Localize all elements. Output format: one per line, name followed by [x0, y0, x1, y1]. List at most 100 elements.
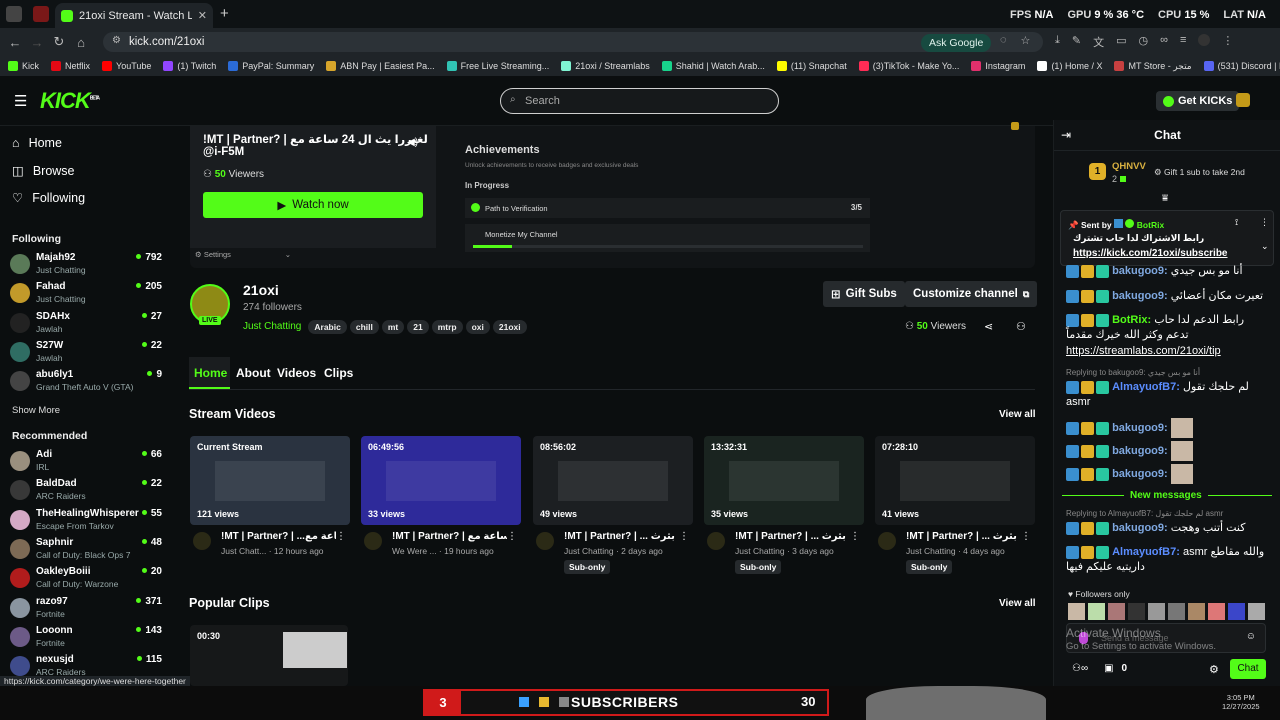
- search-input[interactable]: ⌕ Search: [500, 88, 779, 114]
- player-settings[interactable]: ⚙ Settings ⌄: [195, 250, 291, 259]
- chat-username[interactable]: bakugoo9:: [1112, 265, 1168, 277]
- chat-username[interactable]: AlmayuofB7:: [1112, 381, 1180, 393]
- sidebar-channel[interactable]: Saphnir Call of Duty: Black Ops 7 48: [10, 536, 162, 562]
- download-icon[interactable]: ⤓: [1055, 34, 1060, 50]
- chat-message[interactable]: Replying to AlmayuofB7: لم حلجك تقول asm…: [1066, 509, 1266, 536]
- bookmark-item[interactable]: Netflix: [51, 61, 90, 71]
- site-info-icon[interactable]: ⚙: [112, 35, 121, 46]
- chat-message[interactable]: bakugoo9: تعيرت مكان أعضائي: [1066, 289, 1266, 304]
- video-card[interactable]: 06:49:56 33 views !MT | Partner? | ساعة مع…: [361, 436, 521, 556]
- bookmark-item[interactable]: MT Store - متجر: [1114, 61, 1192, 72]
- link-icon[interactable]: ∞: [1160, 34, 1168, 50]
- kick-logo[interactable]: KICKBETA: [40, 88, 100, 114]
- chat-username[interactable]: BotRix:: [1112, 314, 1151, 326]
- new-tab-button[interactable]: +: [220, 5, 229, 22]
- bookmark-item[interactable]: (1) Home / X: [1037, 61, 1102, 71]
- chat-username[interactable]: bakugoo9:: [1112, 468, 1168, 480]
- chat-message[interactable]: bakugoo9:: [1066, 441, 1266, 461]
- video-title[interactable]: !MT | Partner? | ...ساعة مع: [221, 531, 336, 542]
- home-browser-icon[interactable]: ⌂: [70, 35, 92, 50]
- extension-icon[interactable]: ✎: [1072, 34, 1081, 50]
- emote-icon[interactable]: [1068, 603, 1085, 620]
- chat-link[interactable]: https://streamlabs.com/21oxi/tip: [1066, 345, 1266, 357]
- bookmark-item[interactable]: (11) Snapchat: [776, 61, 847, 71]
- video-thumbnail[interactable]: 07:28:10 41 views: [875, 436, 1035, 525]
- chat-filter-icon[interactable]: ⩸: [1162, 193, 1168, 204]
- pinned-more-icon[interactable]: ⋮: [1260, 217, 1269, 228]
- chat-username[interactable]: AlmayuofB7:: [1112, 546, 1180, 558]
- hamburger-menu-icon[interactable]: ☰: [14, 92, 27, 110]
- video-thumbnail[interactable]: 13:32:31 35 views: [704, 436, 864, 525]
- emote-icon[interactable]: [1128, 603, 1145, 620]
- emote-icon[interactable]: [1148, 603, 1165, 620]
- achievement-verification[interactable]: Path to Verification 3/5: [465, 198, 870, 218]
- bookmark-item[interactable]: ABN Pay | Easiest Pa...: [326, 61, 435, 71]
- sidebar-channel[interactable]: S27W Jawlah 22: [10, 339, 162, 365]
- star-icon[interactable]: ☆: [1021, 34, 1031, 47]
- sidebar-item-following[interactable]: ♡ Following: [12, 190, 85, 206]
- tag-chip[interactable]: oxi: [465, 320, 490, 334]
- new-messages-label[interactable]: New messages: [1124, 490, 1208, 501]
- bookmark-item[interactable]: PayPal: Summary: [228, 61, 314, 71]
- chat-message[interactable]: bakugoo9:: [1066, 464, 1266, 484]
- windows-start-icon[interactable]: [519, 697, 529, 707]
- sidebar-channel[interactable]: SDAHx Jawlah 27: [10, 310, 162, 336]
- chat-username[interactable]: bakugoo9:: [1112, 422, 1168, 434]
- emote-icon[interactable]: [1188, 603, 1205, 620]
- emote-icon[interactable]: [1168, 603, 1185, 620]
- profile-icon[interactable]: [6, 6, 22, 22]
- video-title[interactable]: !MT | Partner? | ساعة مع...: [392, 531, 507, 542]
- sidebar-channel[interactable]: razo97 Fortnite 371: [10, 595, 162, 621]
- bookmark-item[interactable]: Shahid | Watch Arab...: [661, 61, 765, 71]
- bookmark-item[interactable]: Free Live Streaming...: [446, 61, 549, 71]
- history-icon[interactable]: ◷: [1139, 34, 1149, 50]
- video-thumbnail[interactable]: 06:49:56 33 views: [361, 436, 521, 525]
- chat-username[interactable]: bakugoo9:: [1112, 445, 1168, 457]
- clock[interactable]: 3:05 PM 12/27/2025: [1222, 693, 1260, 711]
- menu-list-icon[interactable]: ≡: [1180, 34, 1186, 50]
- show-more-link[interactable]: Show More: [12, 405, 60, 416]
- clip-card[interactable]: 00:30: [190, 625, 348, 686]
- video-card[interactable]: 07:28:10 41 views !MT | Partner? | ... بثر…: [875, 436, 1035, 574]
- chat-message[interactable]: bakugoo9: أنا مو بس جيدي: [1066, 264, 1266, 279]
- popular-clips-view-all[interactable]: View all: [999, 598, 1036, 609]
- sidebar-item-home[interactable]: ⌂ Home: [12, 136, 62, 150]
- forward-icon[interactable]: →: [26, 35, 48, 50]
- video-more-icon[interactable]: ⋮: [679, 531, 689, 542]
- chat-message[interactable]: Replying to bakugoo9: أنا مو بس جيدي Alm…: [1066, 368, 1266, 410]
- tab-about[interactable]: About: [236, 366, 271, 380]
- profile-avatar-icon[interactable]: [1198, 34, 1211, 46]
- bookmark-item[interactable]: (531) Discord | Frien...: [1203, 61, 1280, 71]
- speaker-icon[interactable]: ◀): [407, 137, 418, 148]
- emote-picker-icon[interactable]: ☺: [1246, 631, 1256, 642]
- achievement-monetize[interactable]: Monetize My Channel: [465, 224, 870, 252]
- tag-chip[interactable]: mtrp: [431, 320, 463, 334]
- tag-chip[interactable]: mt: [381, 320, 405, 334]
- pinned-link[interactable]: https://kick.com/21oxi/subscribe: [1073, 248, 1228, 259]
- back-icon[interactable]: ←: [4, 35, 26, 50]
- customize-channel-button[interactable]: Customize channel ⧉: [905, 281, 1038, 307]
- sidebar-channel[interactable]: BaldDad ARC Raiders 22: [10, 477, 162, 503]
- bookmark-item[interactable]: Kick: [8, 61, 39, 71]
- file-explorer-icon[interactable]: [539, 697, 549, 707]
- channel-category-link[interactable]: Just Chatting: [243, 321, 301, 332]
- sidebar-channel[interactable]: abu6ly1 Grand Theft Auto V (GTA) 9: [10, 368, 162, 394]
- video-more-icon[interactable]: ⋮: [336, 531, 346, 542]
- tab-active[interactable]: 21oxi Stream - Watch Live on Kick ✕: [55, 3, 213, 28]
- video-title[interactable]: !MT | Partner? | ... بثرث: [906, 531, 1021, 542]
- watch-now-button[interactable]: ▶ Watch now: [203, 192, 423, 218]
- chat-message[interactable]: bakugoo9:: [1066, 418, 1266, 438]
- sidebar-item-browse[interactable]: ◫ Browse: [12, 163, 75, 179]
- video-thumbnail[interactable]: Current Stream 121 views: [190, 436, 350, 525]
- tag-chip[interactable]: chill: [349, 320, 379, 334]
- sidebar-channel[interactable]: Fahad Just Chatting 205: [10, 280, 162, 306]
- video-card[interactable]: Current Stream 121 views !MT | Partner? | …: [190, 436, 350, 556]
- emote-icon[interactable]: [1228, 603, 1245, 620]
- bookmark-item[interactable]: (3)TikTok - Make Yo...: [858, 61, 959, 71]
- close-tab-icon[interactable]: ✕: [198, 9, 207, 22]
- user-avatar-icon[interactable]: [1236, 93, 1250, 107]
- bookmark-item[interactable]: 21oxi / Streamlabs: [561, 61, 650, 71]
- emote-icon[interactable]: [1208, 603, 1225, 620]
- tag-chip[interactable]: Arabic: [308, 320, 347, 334]
- send-chat-button[interactable]: Chat: [1230, 659, 1266, 679]
